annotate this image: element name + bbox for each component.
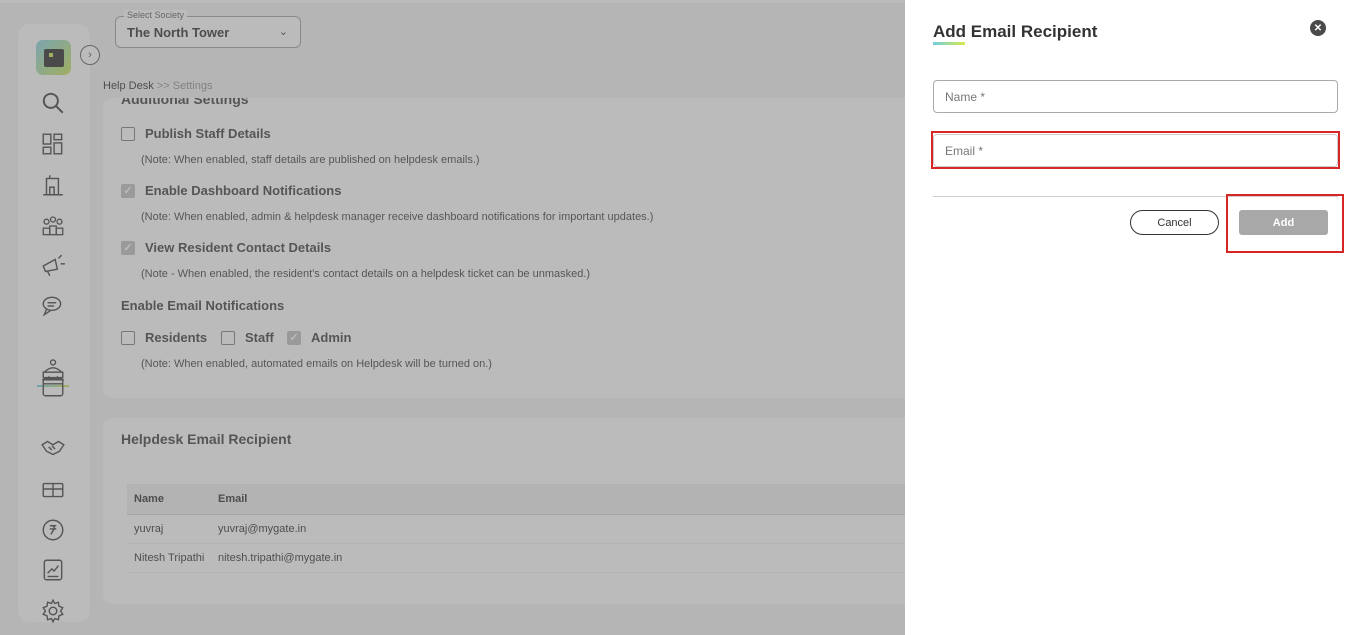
name-field[interactable] <box>933 80 1338 113</box>
email-field-highlight <box>931 131 1340 169</box>
drawer-title: Add Email Recipient <box>933 22 1098 41</box>
modal-backdrop[interactable] <box>0 0 905 635</box>
name-input[interactable] <box>934 81 1337 112</box>
add-button-highlight <box>1226 194 1344 253</box>
close-icon[interactable]: ✕ <box>1310 20 1326 36</box>
add-recipient-drawer: Add Email Recipient ✕ Cancel Add <box>905 0 1366 635</box>
title-accent-underline <box>933 42 965 45</box>
cancel-button[interactable]: Cancel <box>1130 210 1219 235</box>
